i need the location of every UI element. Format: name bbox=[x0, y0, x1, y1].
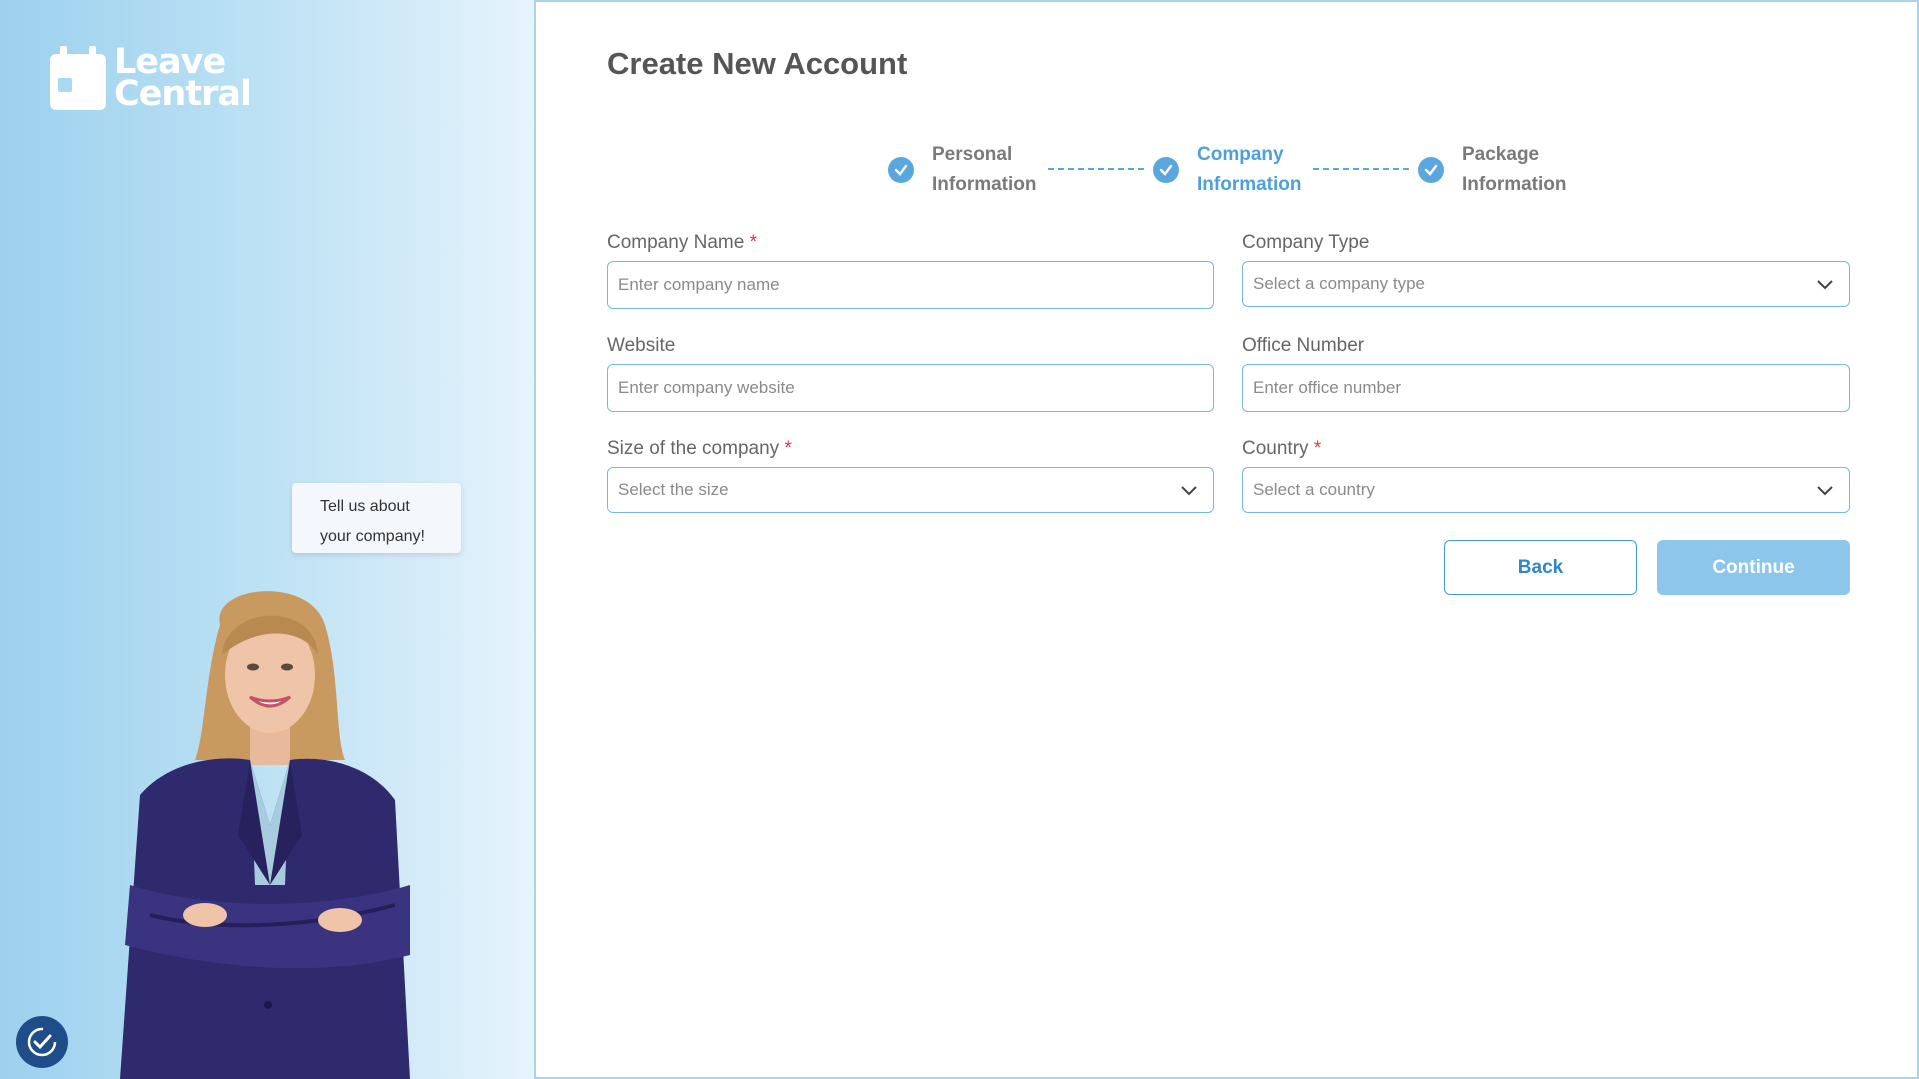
step-label-line-2: Information bbox=[1197, 174, 1302, 195]
step-connector bbox=[1313, 168, 1409, 170]
left-panel: Leave Central Tell us about your company… bbox=[0, 0, 536, 1079]
brand-line-2: Central bbox=[114, 74, 252, 114]
step-label-line-2: Information bbox=[1462, 174, 1567, 195]
step-company-information[interactable]: Company Information bbox=[1153, 140, 1302, 200]
company-type-placeholder: Select a company type bbox=[1253, 274, 1425, 293]
back-button[interactable]: Back bbox=[1444, 540, 1637, 595]
calendar-icon bbox=[50, 46, 108, 110]
step-label: Company Information bbox=[1197, 140, 1302, 200]
page-title: Create New Account bbox=[607, 46, 908, 81]
check-circle-icon bbox=[1418, 157, 1444, 183]
company-name-input[interactable] bbox=[607, 261, 1214, 309]
check-circle-icon bbox=[888, 157, 914, 183]
accessibility-check-icon[interactable] bbox=[16, 1016, 68, 1068]
website-label: Website bbox=[607, 335, 676, 356]
company-size-select[interactable]: Select the size bbox=[607, 467, 1214, 513]
step-label-line-1: Personal bbox=[932, 144, 1013, 165]
step-connector bbox=[1048, 168, 1144, 170]
country-select[interactable]: Select a country bbox=[1242, 467, 1850, 513]
company-size-label: Size of the company * bbox=[607, 438, 792, 460]
office-number-label: Office Number bbox=[1242, 335, 1365, 356]
country-placeholder: Select a country bbox=[1253, 480, 1375, 499]
speech-bubble: Tell us about your company! bbox=[292, 483, 461, 553]
check-circle-icon bbox=[1153, 157, 1179, 183]
step-package-information[interactable]: Package Information bbox=[1418, 140, 1567, 200]
brand-logo: Leave Central bbox=[50, 45, 252, 114]
website-input[interactable] bbox=[607, 364, 1214, 412]
step-label-line-1: Package bbox=[1462, 144, 1540, 165]
step-label-line-1: Company bbox=[1197, 144, 1284, 165]
company-type-select[interactable]: Select a company type bbox=[1242, 261, 1850, 307]
required-marker: * bbox=[1313, 438, 1322, 459]
chevron-down-icon bbox=[1817, 280, 1833, 290]
required-marker: * bbox=[784, 438, 792, 459]
office-number-input[interactable] bbox=[1242, 364, 1850, 412]
company-size-placeholder: Select the size bbox=[618, 480, 729, 499]
company-type-label: Company Type bbox=[1242, 232, 1370, 253]
required-marker: * bbox=[749, 232, 757, 253]
speech-line-1: Tell us about bbox=[320, 498, 410, 515]
businesswoman-illustration bbox=[110, 585, 420, 1079]
country-label-text: Country bbox=[1242, 438, 1309, 459]
company-name-label: Company Name * bbox=[607, 232, 757, 254]
step-label: Package Information bbox=[1462, 140, 1567, 200]
chevron-down-icon bbox=[1181, 486, 1197, 496]
step-label: Personal Information bbox=[932, 140, 1037, 200]
country-label: Country * bbox=[1242, 438, 1321, 460]
speech-line-2: your company! bbox=[320, 528, 425, 545]
company-name-label-text: Company Name bbox=[607, 232, 745, 253]
step-label-line-2: Information bbox=[932, 174, 1037, 195]
chevron-down-icon bbox=[1817, 486, 1833, 496]
brand-name: Leave Central bbox=[114, 45, 252, 114]
continue-button[interactable]: Continue bbox=[1657, 540, 1850, 595]
step-personal-information[interactable]: Personal Information bbox=[888, 140, 1037, 200]
company-size-label-text: Size of the company bbox=[607, 438, 780, 459]
